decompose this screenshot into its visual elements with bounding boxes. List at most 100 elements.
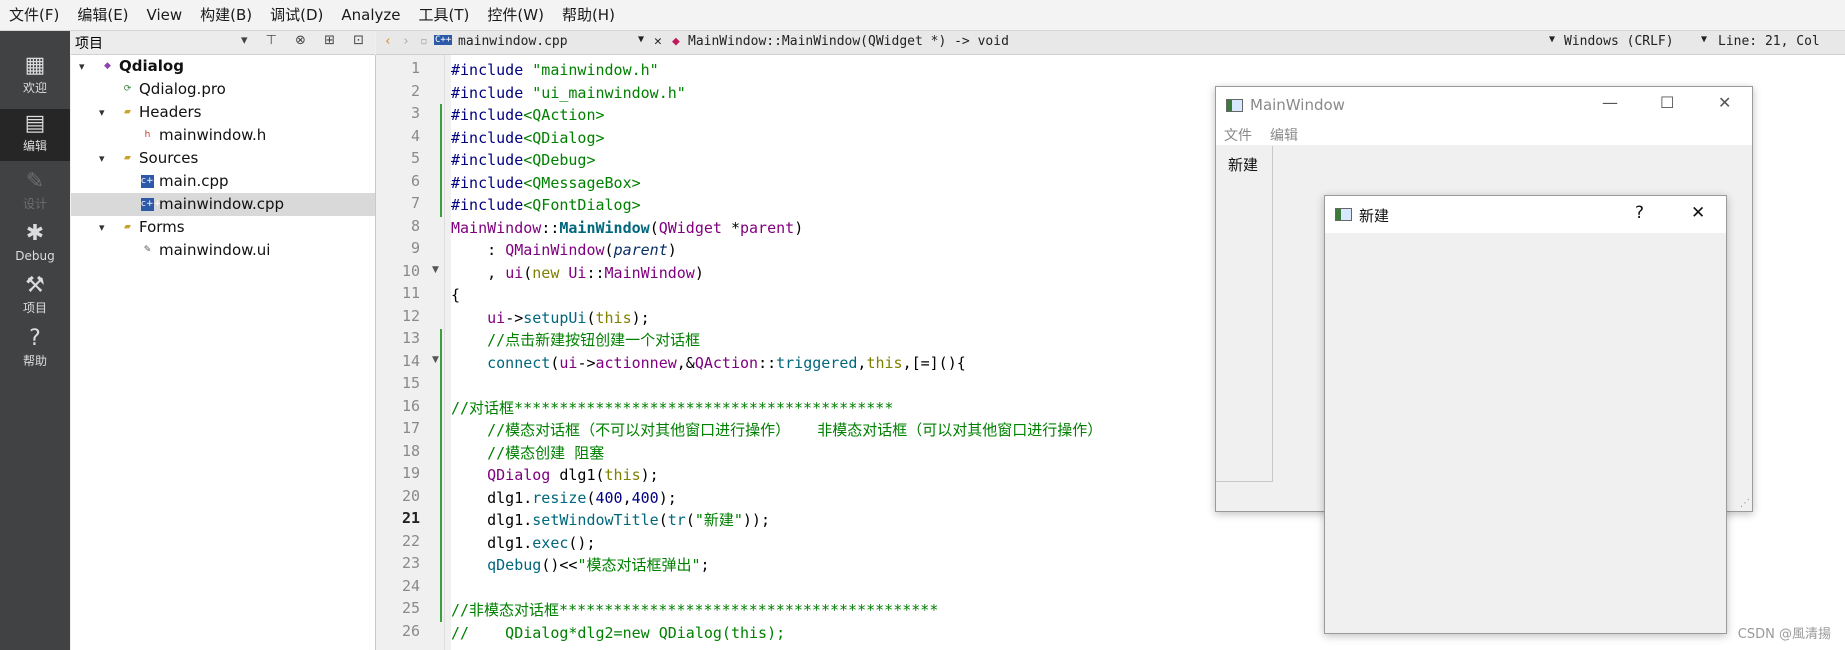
- tree-item-label: mainwindow.cpp: [159, 195, 285, 213]
- code-line[interactable]: {: [451, 284, 460, 306]
- code-line[interactable]: #include<QFontDialog>: [451, 194, 641, 216]
- code-line[interactable]: //模态对话框（不可以对其他窗口进行操作） 非模态对话框（可以对其他窗口进行操作…: [451, 419, 1102, 441]
- symbol-icon: ◆: [672, 34, 680, 49]
- code-token: parent: [613, 241, 668, 259]
- mainwindow-titlebar[interactable]: MainWindow — ☐ ✕: [1216, 87, 1752, 123]
- code-line[interactable]: ui->setupUi(this);: [451, 307, 650, 329]
- symbol-dropdown-icon[interactable]: ▼: [1549, 34, 1555, 45]
- mainwindow-menu-edit[interactable]: 编辑: [1270, 125, 1298, 145]
- projects-pane-tools[interactable]: ▾ ⊤ ⊗ ⊞ ⊡: [241, 33, 371, 48]
- code-line[interactable]: //非模态对话框********************************…: [451, 599, 938, 621]
- code-line[interactable]: // QDialog*dlg2=new QDialog(this);: [451, 622, 785, 644]
- mainwindow-toolbar: 新建: [1216, 146, 1273, 482]
- code-line[interactable]: MainWindow::MainWindow(QWidget *parent): [451, 217, 803, 239]
- forward-icon[interactable]: ›: [402, 34, 410, 49]
- encoding-dropdown-icon[interactable]: ▼: [1701, 34, 1707, 45]
- code-token: "模态对话框弹出": [577, 556, 701, 574]
- minimize-icon[interactable]: —: [1602, 93, 1618, 112]
- code-line[interactable]: //模态创建 阻塞: [451, 442, 604, 464]
- symbol-selector[interactable]: MainWindow::MainWindow(QWidget *) -> voi…: [688, 34, 1009, 49]
- open-document-label[interactable]: mainwindow.cpp: [458, 34, 568, 49]
- tree-item[interactable]: h mainwindow.h: [71, 124, 375, 147]
- tree-item[interactable]: ▾ ▰ Headers: [71, 101, 375, 124]
- code-line[interactable]: #include<QDebug>: [451, 149, 596, 171]
- code-token: //模态对话框（不可以对其他窗口进行操作） 非模态对话框（可以对其他窗口进行操作…: [451, 421, 1103, 439]
- code-line[interactable]: dlg1.exec();: [451, 532, 595, 554]
- code-token: dlg1.: [451, 511, 533, 529]
- mode-edit-button[interactable]: ▤ 编辑: [0, 109, 70, 161]
- tree-item[interactable]: ⟳ Qdialog.pro: [71, 78, 375, 101]
- fold-marker-icon[interactable]: ▼: [432, 265, 439, 275]
- encoding-selector[interactable]: Windows (CRLF): [1564, 34, 1674, 49]
- window-icon: [1335, 208, 1352, 221]
- context-help-icon[interactable]: ?: [1635, 203, 1644, 223]
- code-line[interactable]: #include "mainwindow.h": [451, 59, 659, 81]
- menu-controls[interactable]: 控件(W): [478, 0, 553, 30]
- line-number: 19: [401, 464, 420, 482]
- menu-tools[interactable]: 工具(T): [410, 0, 479, 30]
- tree-item[interactable]: ✎ mainwindow.ui: [71, 239, 375, 262]
- code-line[interactable]: QDialog dlg1(this);: [451, 464, 659, 486]
- menu-view[interactable]: View: [138, 0, 192, 30]
- mode-debug-button[interactable]: ✱ Debug: [0, 219, 70, 271]
- expand-arrow-icon[interactable]: ▾: [99, 147, 105, 170]
- lock-icon: ▫: [420, 34, 428, 49]
- code-line[interactable]: #include<QMessageBox>: [451, 172, 641, 194]
- mode-welcome-button[interactable]: ▦ 欢迎: [0, 51, 70, 103]
- projects-pane-title[interactable]: 项目: [75, 33, 103, 53]
- tree-item[interactable]: ▾ ◆ Qdialog: [71, 55, 375, 78]
- line-number-gutter[interactable]: 1 2 3 4 5 6 7 8 9 10 11 12 13 14 15 16 17 18 19 20 21 22 23 24 2…: [376, 55, 445, 650]
- new-action-button[interactable]: 新建: [1228, 154, 1258, 175]
- code-line[interactable]: #include<QAction>: [451, 104, 605, 126]
- expand-arrow-icon[interactable]: ▾: [99, 101, 105, 124]
- menu-help[interactable]: 帮助(H): [553, 0, 624, 30]
- code-token: Ui: [568, 263, 587, 282]
- tree-item[interactable]: ▾ ▰ Forms: [71, 216, 375, 239]
- line-column-indicator[interactable]: Line: 21, Col: [1718, 34, 1820, 49]
- line-number: 11: [401, 284, 420, 302]
- back-icon[interactable]: ‹: [384, 34, 392, 49]
- document-dropdown-icon[interactable]: ▼: [638, 34, 644, 45]
- code-line[interactable]: connect(ui->actionnew,&QAction::triggere…: [451, 352, 966, 374]
- dialog-titlebar[interactable]: 新建 ? ✕: [1325, 196, 1726, 233]
- menu-debug[interactable]: 调试(D): [261, 0, 332, 30]
- code-token: ::: [586, 263, 605, 282]
- code-token: QAction: [694, 353, 759, 372]
- change-marker: [440, 104, 442, 217]
- code-line[interactable]: #include<QDialog>: [451, 127, 605, 149]
- code-line[interactable]: //点击新建按钮创建一个对话框: [451, 329, 700, 351]
- maximize-icon[interactable]: ☐: [1660, 93, 1674, 112]
- code-line[interactable]: , ui(new Ui::MainWindow): [451, 262, 704, 284]
- mainwindow-menu-file[interactable]: 文件: [1224, 125, 1252, 145]
- tree-item[interactable]: ▾ ▰ Sources: [71, 147, 375, 170]
- close-icon[interactable]: ✕: [1718, 93, 1731, 112]
- line-number: 17: [401, 419, 420, 437]
- fold-marker-icon[interactable]: ▼: [432, 355, 439, 365]
- tree-item[interactable]: c++ mainwindow.cpp: [71, 193, 375, 216]
- expand-arrow-icon[interactable]: ▾: [79, 55, 85, 78]
- code-line[interactable]: //对话框***********************************…: [451, 397, 893, 419]
- tree-item[interactable]: c++ main.cpp: [71, 170, 375, 193]
- code-line[interactable]: #include "ui_mainwindow.h": [451, 82, 686, 104]
- tree-item-label: Qdialog: [119, 57, 184, 75]
- tree-item-label: main.cpp: [159, 172, 229, 190]
- mode-help-button[interactable]: ? 帮助: [0, 324, 70, 376]
- menu-file[interactable]: 文件(F): [0, 0, 68, 30]
- line-number: 14: [401, 351, 420, 370]
- mode-projects-button[interactable]: ⚒ 项目: [0, 271, 70, 323]
- code-line[interactable]: : QMainWindow(parent): [451, 239, 677, 261]
- code-line[interactable]: dlg1.setWindowTitle(tr("新建"));: [451, 509, 770, 531]
- line-number: 12: [401, 306, 420, 325]
- help-icon: ?: [29, 326, 41, 351]
- close-icon[interactable]: ✕: [1691, 203, 1705, 223]
- mode-design-button[interactable]: ✎ 设计: [0, 167, 70, 219]
- menu-build[interactable]: 构建(B): [191, 0, 261, 30]
- menu-edit[interactable]: 编辑(E): [68, 0, 137, 30]
- code-line[interactable]: qDebug()<<"模态对话框弹出";: [451, 554, 709, 576]
- menu-analyze[interactable]: Analyze: [332, 0, 409, 30]
- code-line[interactable]: dlg1.resize(400,400);: [451, 487, 677, 509]
- close-document-icon[interactable]: ✕: [654, 34, 662, 49]
- expand-arrow-icon[interactable]: ▾: [99, 216, 105, 239]
- size-grip-icon[interactable]: ⋰: [1740, 498, 1750, 509]
